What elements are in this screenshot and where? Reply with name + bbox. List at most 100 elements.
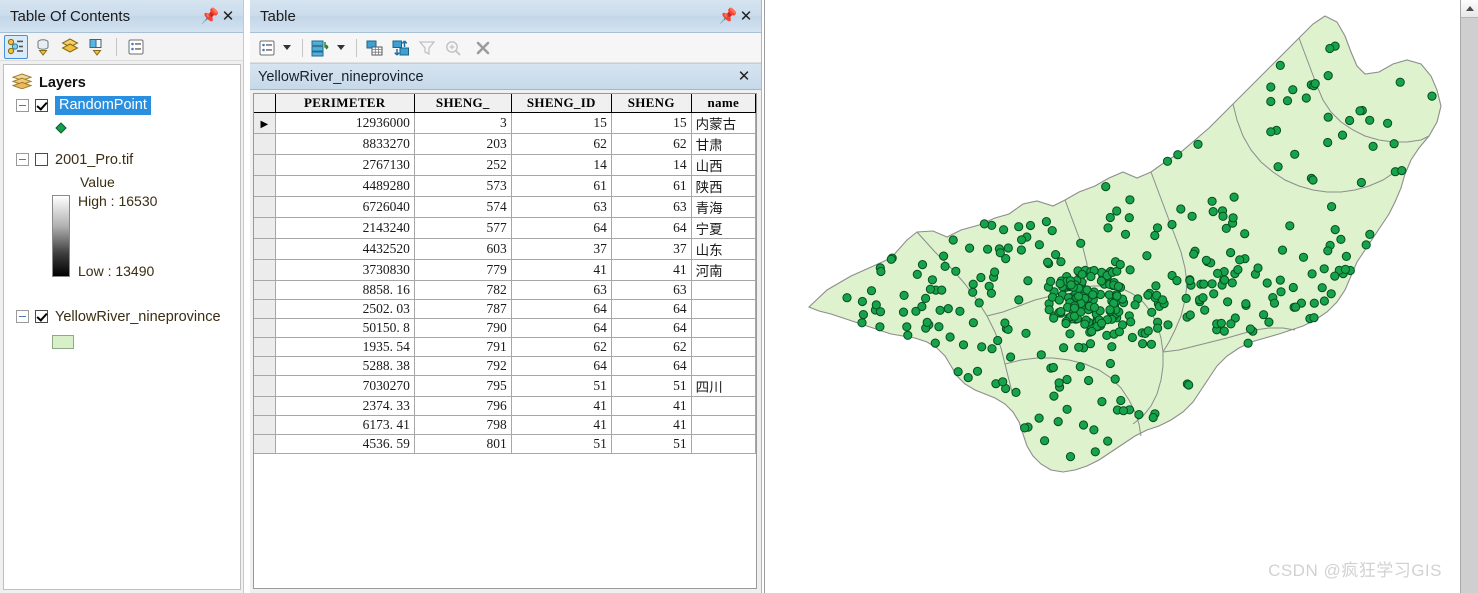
map-point-feature[interactable] [1309, 313, 1319, 323]
cell-perimeter[interactable]: 8833270 [275, 133, 415, 155]
cell-sheng[interactable]: 37 [611, 238, 692, 260]
map-point-feature[interactable] [1054, 295, 1064, 305]
related-tables-icon[interactable] [309, 36, 333, 60]
cell-sheng[interactable]: 41 [611, 396, 692, 416]
row-selector-cell[interactable] [254, 259, 276, 281]
map-point-feature[interactable] [1143, 326, 1153, 336]
row-selector-cell[interactable] [254, 280, 276, 300]
cell-sheng-id[interactable]: 61 [511, 175, 612, 197]
map-point-feature[interactable] [1055, 279, 1065, 289]
cell-sheng-id[interactable]: 14 [511, 154, 612, 176]
cell-perimeter[interactable]: 3730830 [275, 259, 415, 281]
map-point-feature[interactable] [1308, 175, 1318, 185]
map-point-feature[interactable] [1340, 264, 1351, 274]
cell-sheng[interactable]: 51 [611, 375, 692, 397]
cell-sheng[interactable]: 61 [611, 175, 692, 197]
map-point-feature[interactable] [1146, 339, 1156, 349]
map-point-feature[interactable] [1112, 291, 1122, 301]
map-point-feature[interactable] [1116, 395, 1126, 406]
map-point-feature[interactable] [968, 287, 978, 297]
map-point-feature[interactable] [917, 301, 927, 312]
cell-sheng[interactable]: 791 [414, 337, 512, 357]
cell-sheng-id[interactable]: 64 [511, 299, 612, 319]
map-point-feature[interactable] [1105, 358, 1115, 369]
map-point-feature[interactable] [1262, 278, 1272, 288]
map-point-feature[interactable] [1065, 329, 1075, 339]
map-point-feature[interactable] [1097, 318, 1107, 328]
table-row[interactable]: 8858. 16 782 63 63 [254, 280, 756, 300]
table-row[interactable]: 6726040 574 63 63 青海 [254, 196, 756, 218]
layer-visibility-checkbox[interactable] [35, 310, 48, 323]
table-row[interactable]: 2374. 33 796 41 41 [254, 396, 756, 416]
map-point-feature[interactable] [953, 367, 963, 377]
cell-sheng[interactable]: 51 [611, 434, 692, 454]
cell-name[interactable]: 四川 [691, 375, 756, 397]
switch-selection-icon[interactable] [389, 36, 413, 60]
map-point-feature[interactable] [1201, 255, 1211, 265]
cell-sheng-id[interactable]: 15 [511, 112, 612, 134]
map-point-feature[interactable] [1227, 278, 1237, 288]
map-point-feature[interactable] [1317, 283, 1327, 293]
cell-sheng[interactable]: 62 [611, 133, 692, 155]
map-point-feature[interactable] [1114, 327, 1124, 337]
map-point-feature[interactable] [1096, 276, 1106, 286]
select-by-attributes-icon[interactable] [363, 36, 387, 60]
map-point-feature[interactable] [1153, 323, 1163, 333]
cell-name[interactable]: 河南 [691, 259, 756, 281]
list-by-drawing-order-icon[interactable] [4, 34, 28, 59]
map-point-feature[interactable] [995, 248, 1005, 258]
table-row[interactable]: ▶ 12936000 3 15 15 内蒙古 [254, 112, 756, 134]
cell-sheng-id[interactable]: 64 [511, 217, 612, 239]
cell-sheng[interactable]: 64 [611, 299, 692, 319]
map-point-feature[interactable] [1041, 217, 1051, 227]
map-point-feature[interactable] [983, 244, 993, 254]
map-point-feature[interactable] [1184, 380, 1194, 390]
map-point-feature[interactable] [1056, 307, 1066, 317]
cell-perimeter[interactable]: 12936000 [275, 112, 415, 134]
cell-sheng[interactable]: 63 [611, 196, 692, 218]
attribute-grid[interactable]: PERIMETER SHENG_ SHENG_ID SHENG name ▶ 12… [253, 93, 757, 589]
map-point-feature[interactable] [1127, 332, 1137, 343]
map-point-feature[interactable] [1185, 310, 1195, 320]
list-by-source-icon[interactable] [31, 35, 55, 59]
column-header-perimeter[interactable]: PERIMETER [275, 94, 415, 113]
map-point-feature[interactable] [1330, 225, 1340, 235]
cell-perimeter[interactable]: 6173. 41 [275, 415, 415, 435]
cell-perimeter[interactable]: 8858. 16 [275, 280, 415, 300]
cell-sheng-id[interactable]: 51 [511, 375, 612, 397]
cell-sheng[interactable]: 64 [611, 217, 692, 239]
map-point-feature[interactable] [1051, 250, 1061, 260]
cell-name[interactable] [691, 337, 756, 357]
map-point-feature[interactable] [899, 290, 909, 300]
map-point-feature[interactable] [1298, 252, 1309, 262]
pin-icon[interactable]: 📌 [719, 6, 738, 26]
map-point-feature[interactable] [1326, 289, 1336, 299]
expander-icon[interactable] [16, 99, 29, 112]
map-point-feature[interactable] [1034, 413, 1044, 423]
map-point-feature[interactable] [898, 307, 909, 317]
map-point-feature[interactable] [935, 305, 945, 315]
map-point-feature[interactable] [1062, 404, 1072, 414]
map-point-feature[interactable] [1006, 352, 1016, 362]
cell-sheng[interactable]: 63 [611, 280, 692, 300]
map-point-feature[interactable] [903, 330, 913, 340]
layer-name-yellowriver[interactable]: YellowRiver_nineprovince [55, 309, 221, 325]
map-point-feature[interactable] [1243, 338, 1253, 348]
map-point-feature[interactable] [1275, 60, 1285, 71]
cell-perimeter[interactable]: 2767130 [275, 154, 415, 176]
row-selector-cell[interactable] [254, 434, 276, 454]
map-point-feature[interactable] [1158, 295, 1168, 305]
map-point-feature[interactable] [1053, 417, 1063, 427]
map-point-feature[interactable] [1105, 212, 1115, 223]
table-options-icon[interactable] [255, 36, 279, 60]
cell-name[interactable] [691, 434, 756, 454]
map-point-feature[interactable] [1226, 248, 1236, 258]
cell-sheng[interactable]: 41 [611, 259, 692, 281]
map-point-feature[interactable] [1189, 249, 1199, 259]
cell-name[interactable] [691, 415, 756, 435]
map-point-feature[interactable] [1126, 317, 1136, 327]
toc-layer-tree[interactable]: Layers RandomPoint 2001_Pro.tif Value Hi… [3, 64, 241, 590]
map-point-feature[interactable] [998, 377, 1008, 387]
map-point-feature[interactable] [1130, 300, 1140, 310]
map-point-feature[interactable] [1076, 238, 1086, 248]
